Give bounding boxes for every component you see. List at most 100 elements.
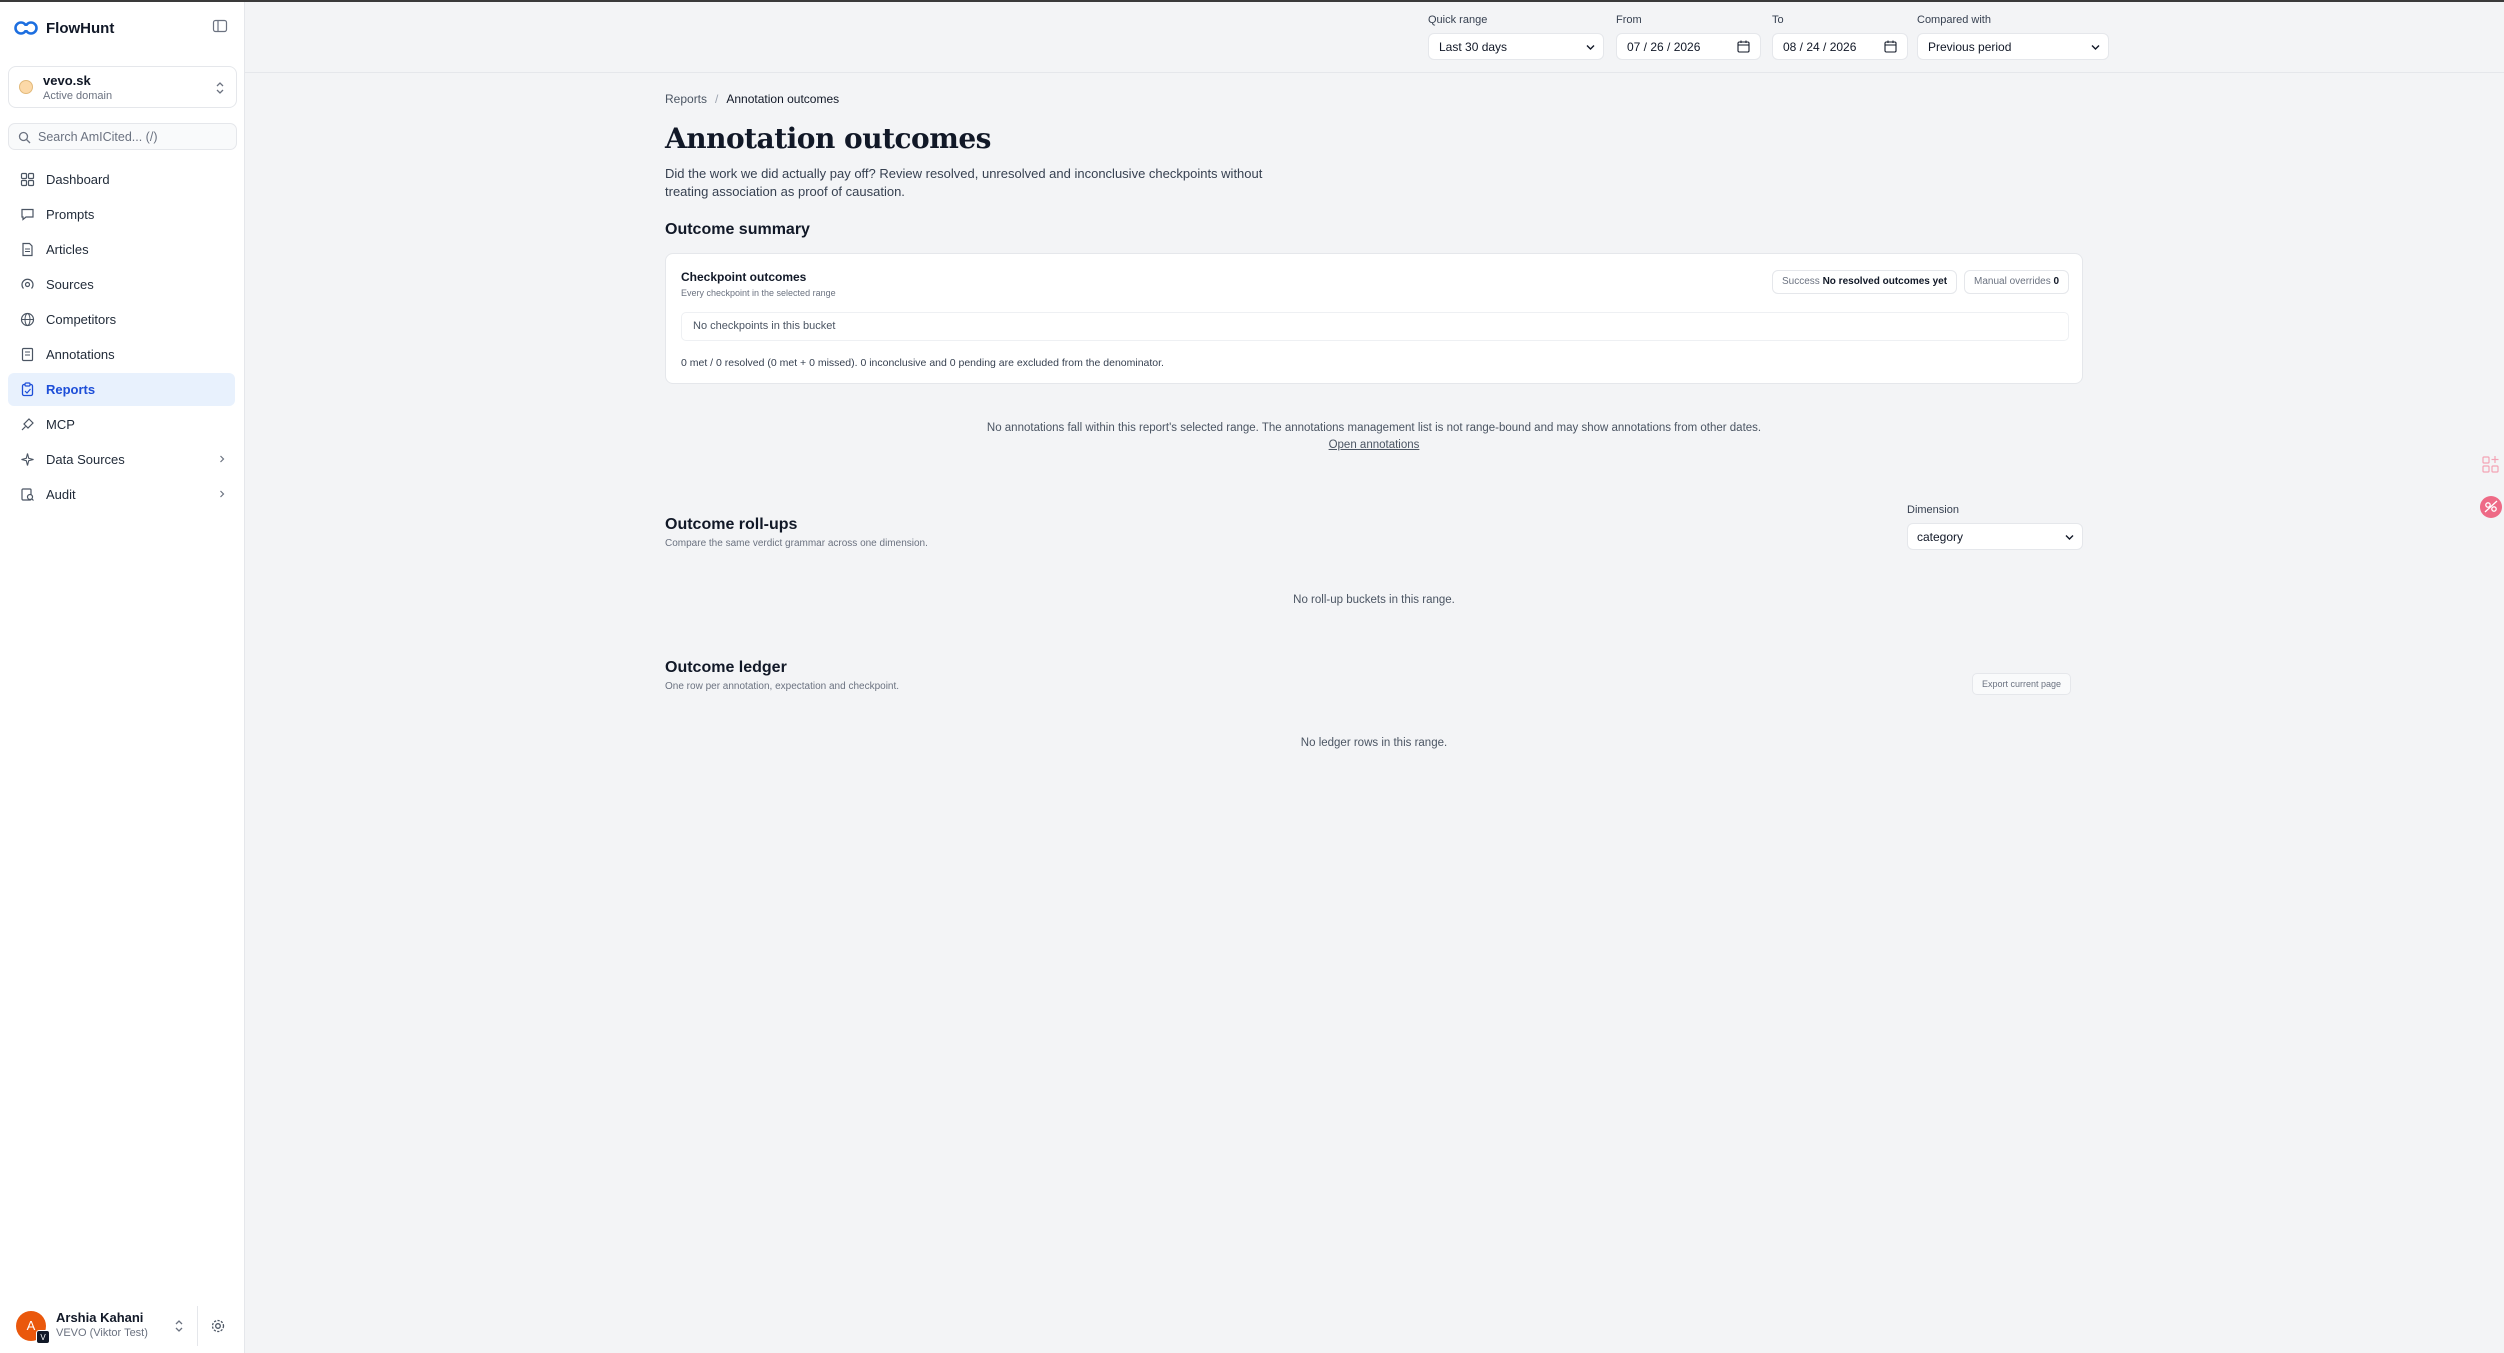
outcome-math-note: 0 met / 0 resolved (0 met + 0 missed). 0… [681, 357, 1164, 369]
checkpoint-outcomes-title: Checkpoint outcomes [681, 270, 807, 284]
notes-icon [21, 347, 34, 362]
audit-icon [21, 488, 34, 501]
sidebar-item-label: Articles [46, 242, 89, 257]
calendar-icon[interactable] [1737, 40, 1750, 53]
outcome-rollups-subtitle: Compare the same verdict grammar across … [665, 538, 928, 549]
chevrons-updown-icon [216, 82, 224, 94]
floating-assistant-button[interactable] [2478, 494, 2504, 520]
compared-value: Previous period [1928, 40, 2012, 54]
ledger-empty-state: No ledger rows in this range. [1300, 737, 1448, 749]
to-date-value: 08 / 24 / 2026 [1783, 40, 1857, 54]
chat-icon [21, 208, 34, 221]
chevrons-updown-icon [175, 1320, 183, 1332]
checkpoint-outcomes-subtitle: Every checkpoint in the selected range [681, 288, 836, 298]
checkpoint-outcomes-card: Checkpoint outcomes Every checkpoint in … [665, 253, 2083, 384]
rollups-empty-state: No roll-up buckets in this range. [1293, 594, 1455, 606]
manual-overrides-chip: Manual overrides 0 [1964, 270, 2070, 294]
breadcrumb-separator: / [715, 92, 719, 106]
success-value: No resolved outcomes yet [1822, 276, 1948, 287]
quick-range-select[interactable]: Last 30 days [1428, 33, 1604, 60]
workspace-badge: V [36, 1330, 50, 1344]
domain-name: vevo.sk [43, 73, 91, 88]
outcome-ledger-subtitle: One row per annotation, expectation and … [665, 681, 900, 692]
search-icon [18, 131, 31, 144]
from-date-value: 07 / 26 / 2026 [1627, 40, 1701, 54]
user-menu[interactable]: A V Arshia Kahani VEVO (Viktor Test) [8, 1306, 194, 1346]
chevron-down-icon [1586, 45, 1595, 50]
manual-overrides-label: Manual overrides [1974, 276, 2051, 287]
domain-favicon-icon [19, 80, 33, 94]
dimension-value: category [1917, 530, 1964, 544]
to-label: To [1772, 14, 1784, 26]
sidebar-item-mcp[interactable]: MCP [8, 408, 235, 441]
sidebar-item-annotations[interactable]: Annotations [8, 338, 235, 371]
sidebar-item-label: Prompts [46, 207, 95, 222]
brand-name: FlowHunt [46, 19, 115, 37]
success-label: Success [1782, 276, 1820, 287]
open-annotations-container: Open annotations [665, 439, 2083, 451]
chevron-down-icon [2065, 535, 2074, 540]
chevron-right-icon [220, 490, 225, 498]
from-date-input[interactable]: 07 / 26 / 2026 [1616, 33, 1761, 60]
breadcrumb-reports-link[interactable]: Reports [665, 92, 707, 110]
sidebar-item-articles[interactable]: Articles [8, 233, 235, 266]
compared-with-select[interactable]: Previous period [1917, 33, 2109, 60]
dimension-select[interactable]: category [1907, 523, 2083, 550]
sidebar-item-label: Annotations [46, 347, 115, 362]
user-name: Arshia Kahani [56, 1310, 144, 1325]
domain-subtitle: Active domain [43, 90, 113, 102]
breadcrumb: Reports / Annotation outcomes [665, 92, 2085, 110]
sidebar-item-prompts[interactable]: Prompts [8, 198, 235, 231]
sidebar-item-dashboard[interactable]: Dashboard [8, 163, 235, 196]
sidebar-item-audit[interactable]: Audit [8, 478, 235, 511]
chevron-down-icon [2091, 45, 2100, 50]
flowhunt-logo-icon [14, 21, 38, 35]
checkpoint-bucket-empty: No checkpoints in this bucket [681, 312, 2069, 341]
export-current-page-button[interactable]: Export current page [1972, 673, 2072, 695]
search-placeholder: Search AmICited... (/) [38, 130, 158, 144]
plug-icon [21, 418, 34, 431]
grid-plus-icon [2482, 456, 2499, 473]
sidebar-nav: Dashboard Prompts Articles Sources Compe… [8, 163, 235, 513]
assistant-icon [2480, 496, 2502, 518]
user-org: VEVO (Viktor Test) [56, 1327, 148, 1339]
gear-icon [211, 1319, 225, 1333]
grid-icon [20, 172, 35, 187]
success-chip: Success No resolved outcomes yet [1772, 270, 1958, 294]
manual-overrides-value: 0 [2053, 276, 2060, 287]
sidebar: FlowHunt vevo.sk Active domain Search Am… [0, 2, 245, 1353]
main-content: Reports / Annotation outcomes Annotation… [665, 92, 2085, 749]
calendar-icon[interactable] [1884, 40, 1897, 53]
sidebar-item-sources[interactable]: Sources [8, 268, 235, 301]
quick-range-value: Last 30 days [1439, 40, 1508, 54]
radar-icon [21, 278, 34, 289]
quick-range-label: Quick range [1428, 14, 1488, 26]
outcome-rollups-title: Outcome roll-ups [665, 516, 798, 533]
sidebar-item-reports[interactable]: Reports [8, 373, 235, 406]
open-annotations-link[interactable]: Open annotations [1329, 439, 1420, 451]
sidebar-item-label: Competitors [46, 312, 117, 327]
sidebar-item-label: Dashboard [46, 172, 110, 187]
sidebar-toggle-icon[interactable] [212, 18, 228, 34]
range-note: No annotations fall within this report's… [986, 422, 1762, 434]
sidebar-item-label: MCP [46, 417, 75, 432]
app-root: FlowHunt vevo.sk Active domain Search Am… [0, 0, 2504, 1353]
outcome-ledger-title: Outcome ledger [665, 659, 787, 676]
brand[interactable]: FlowHunt [14, 16, 114, 40]
to-date-input[interactable]: 08 / 24 / 2026 [1772, 33, 1908, 60]
document-icon [22, 242, 33, 257]
compared-label: Compared with [1917, 14, 1991, 26]
floating-widget-button[interactable] [2478, 452, 2504, 478]
sidebar-item-data-sources[interactable]: Data Sources [8, 443, 235, 476]
clipboard-icon [21, 382, 34, 397]
settings-button[interactable] [197, 1306, 237, 1346]
search-input[interactable]: Search AmICited... (/) [8, 123, 237, 150]
dimension-label: Dimension [1907, 504, 1959, 516]
sidebar-item-label: Data Sources [46, 452, 125, 467]
domain-switcher[interactable]: vevo.sk Active domain [8, 66, 237, 108]
outcome-rollups-header: Outcome roll-ups Compare the same verdic… [665, 516, 928, 549]
outcome-ledger-header: Outcome ledger One row per annotation, e… [665, 659, 899, 692]
chevron-right-icon [220, 455, 225, 463]
breadcrumb-current: Annotation outcomes [726, 92, 840, 106]
sidebar-item-competitors[interactable]: Competitors [8, 303, 235, 336]
